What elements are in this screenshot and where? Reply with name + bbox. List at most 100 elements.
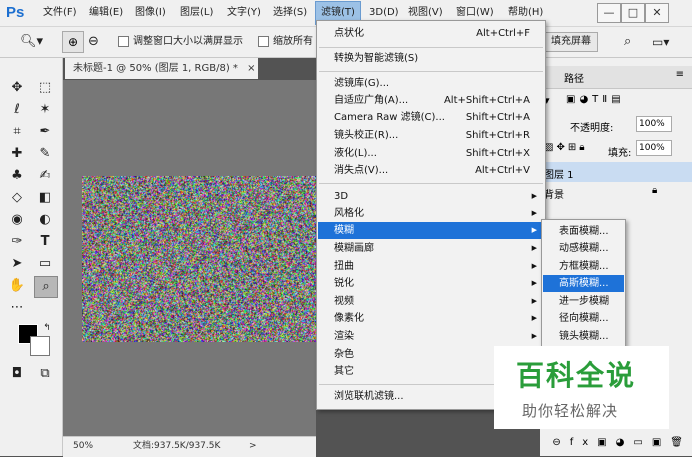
submenu-item-lens-blur[interactable]: 镜头模糊... bbox=[543, 328, 624, 345]
submenu-item-surface-blur[interactable]: 表面模糊... bbox=[543, 223, 624, 240]
zoom-out-icon[interactable]: ⊖ bbox=[88, 32, 99, 52]
submenu-arrow-icon: ▶ bbox=[531, 226, 537, 234]
layer-name: 图层 1 bbox=[544, 170, 574, 181]
tab-paths[interactable]: 路径 bbox=[564, 70, 584, 85]
quick-mask-icon[interactable]: ◘ bbox=[6, 364, 28, 384]
submenu-item-box-blur[interactable]: 方框模糊... bbox=[543, 258, 624, 275]
submenu-arrow-icon: ▶ bbox=[531, 262, 537, 270]
magic-wand-icon[interactable]: ✶ bbox=[34, 100, 56, 120]
type-tool-icon[interactable]: T bbox=[34, 232, 56, 252]
menu-item-camera-raw[interactable]: Camera Raw 滤镜(C)... Shift+Ctrl+A bbox=[318, 109, 544, 126]
tab-close-icon[interactable]: × bbox=[247, 63, 255, 74]
lasso-tool-icon[interactable]: ℓ bbox=[6, 100, 28, 120]
menu-item-lens-correction[interactable]: 镜头校正(R)... Shift+Ctrl+R bbox=[318, 127, 544, 144]
watermark-title: 百科全说 bbox=[516, 359, 637, 392]
swap-colors-icon[interactable]: ↰ bbox=[36, 318, 58, 338]
background-color-swatch[interactable] bbox=[30, 336, 50, 356]
history-brush-icon[interactable]: ✍ bbox=[34, 166, 56, 186]
healing-brush-icon[interactable]: ✚ bbox=[6, 144, 28, 164]
panel-menu-icon[interactable]: ≡ bbox=[676, 69, 684, 80]
watermark-subtitle: 助你轻松解决 bbox=[522, 402, 619, 420]
menu-item-pixelate[interactable]: 像素化 ▶ bbox=[318, 310, 544, 327]
menu-item-pointillize[interactable]: 点状化 Alt+Ctrl+F bbox=[318, 25, 544, 42]
photoshop-logo: Ps bbox=[6, 4, 25, 21]
menu-item-render[interactable]: 渲染 ▶ bbox=[318, 328, 544, 345]
menu-item-blur-gallery[interactable]: 模糊画廊 ▶ bbox=[318, 240, 544, 257]
eraser-tool-icon[interactable]: ◇ bbox=[6, 188, 28, 208]
menu-type[interactable]: 文字(Y) bbox=[222, 0, 266, 26]
lock-icon: 🔒︎ bbox=[652, 185, 658, 196]
rectangle-tool-icon[interactable]: ▭ bbox=[34, 254, 56, 274]
path-select-icon[interactable]: ➤ bbox=[6, 254, 28, 274]
submenu-item-blur-more[interactable]: 进一步模糊 bbox=[543, 293, 624, 310]
zoom-all-checkbox[interactable]: 缩放所有 bbox=[258, 32, 313, 52]
menu-layer[interactable]: 图层(L) bbox=[175, 0, 218, 26]
noise-image[interactable] bbox=[82, 176, 316, 342]
submenu-arrow-icon: ▶ bbox=[531, 209, 537, 217]
zoom-tool-icon[interactable]: ⌕ bbox=[34, 276, 58, 298]
minimize-button[interactable]: — bbox=[597, 3, 621, 23]
submenu-item-motion-blur[interactable]: 动感模糊... bbox=[543, 240, 624, 257]
dodge-tool-icon[interactable]: ◐ bbox=[34, 210, 56, 230]
menu-item-smart-filter[interactable]: 转换为智能滤镜(S) bbox=[318, 50, 544, 67]
menu-item-video[interactable]: 视频 ▶ bbox=[318, 293, 544, 310]
menu-select[interactable]: 选择(S) bbox=[268, 0, 312, 26]
lock-icons[interactable]: ▨✥⊞🔒︎ bbox=[544, 142, 588, 153]
zoom-in-icon[interactable]: ⊕ bbox=[62, 31, 84, 53]
checkbox-box[interactable] bbox=[258, 35, 269, 47]
toolbox: ✥ ⬚ ℓ ✶ ⌗ ✒ ✚ ✎ ♣ ✍ ◇ ◧ ◉ ◐ ✑ T ➤ ▭ ✋ ⌕ … bbox=[0, 58, 63, 456]
pen-tool-icon[interactable]: ✑ bbox=[6, 232, 28, 252]
resize-window-checkbox[interactable]: 调整窗口大小以满屏显示 bbox=[118, 32, 243, 52]
layer-row-background[interactable]: 背景 🔒︎ bbox=[540, 182, 692, 202]
brush-tool-icon[interactable]: ✎ bbox=[34, 144, 56, 164]
menu-edit[interactable]: 编辑(E) bbox=[84, 0, 128, 26]
zoom-level[interactable]: 50% bbox=[73, 437, 93, 455]
clone-stamp-icon[interactable]: ♣ bbox=[6, 166, 28, 186]
menu-item-liquify[interactable]: 液化(L)... Shift+Ctrl+X bbox=[318, 145, 544, 162]
hand-tool-icon[interactable]: ✋ bbox=[6, 276, 28, 296]
zoom-tool-icon[interactable]: 🔍︎▾ bbox=[20, 32, 43, 52]
layer-row-1[interactable]: 图层 1 bbox=[540, 162, 692, 182]
document-title: 未标题-1 @ 50% (图层 1, RGB/8) * bbox=[73, 63, 238, 74]
more-tools-icon[interactable]: ⋯ bbox=[6, 298, 28, 318]
menu-item-adaptive-wide-angle[interactable]: 自适应广角(A)... Alt+Shift+Ctrl+A bbox=[318, 92, 544, 109]
menu-item-vanishing-point[interactable]: 消失点(V)... Alt+Ctrl+V bbox=[318, 162, 544, 179]
resize-window-label: 调整窗口大小以满屏显示 bbox=[133, 36, 243, 47]
marquee-tool-icon[interactable]: ⬚ bbox=[34, 78, 56, 98]
layer-actions-bar[interactable]: ⊖fx▣◕▭▣🗑︎ bbox=[480, 432, 692, 454]
maximize-button[interactable]: □ bbox=[621, 3, 645, 23]
menu-item-blur[interactable]: 模糊 ▶ bbox=[318, 222, 544, 239]
menu-item-distort[interactable]: 扭曲 ▶ bbox=[318, 258, 544, 275]
layer-name: 背景 bbox=[544, 190, 564, 201]
opacity-label: 不透明度: bbox=[570, 123, 614, 134]
status-arrow-icon[interactable]: > bbox=[249, 437, 257, 455]
screen-mode-icon[interactable]: ⧉ bbox=[34, 364, 56, 384]
document-tab[interactable]: 未标题-1 @ 50% (图层 1, RGB/8) * × bbox=[65, 58, 258, 79]
doc-size: 文档:937.5K/937.5K bbox=[133, 441, 221, 451]
move-tool-icon[interactable]: ✥ bbox=[6, 78, 28, 98]
submenu-item-radial-blur[interactable]: 径向模糊... bbox=[543, 310, 624, 327]
workspace-icon[interactable]: ▭▾ bbox=[652, 32, 669, 52]
submenu-arrow-icon: ▶ bbox=[531, 192, 537, 200]
layer-filter-icons[interactable]: ▣◕TⅡ▤ bbox=[566, 94, 625, 105]
menu-image[interactable]: 图像(I) bbox=[130, 0, 171, 26]
opacity-input[interactable]: 100% bbox=[636, 116, 672, 132]
checkbox-box[interactable] bbox=[118, 35, 129, 47]
submenu-arrow-icon: ▶ bbox=[531, 314, 537, 322]
menu-item-sharpen[interactable]: 锐化 ▶ bbox=[318, 275, 544, 292]
submenu-item-gaussian-blur[interactable]: 高斯模糊... bbox=[543, 275, 624, 292]
gradient-tool-icon[interactable]: ◧ bbox=[34, 188, 56, 208]
menu-item-stylize[interactable]: 风格化 ▶ bbox=[318, 205, 544, 222]
menu-item-filter-gallery[interactable]: 滤镜库(G)... bbox=[318, 75, 544, 92]
fill-screen-button[interactable]: 填充屏幕 bbox=[544, 32, 598, 52]
blur-tool-icon[interactable]: ◉ bbox=[6, 210, 28, 230]
crop-tool-icon[interactable]: ⌗ bbox=[6, 122, 28, 142]
menu-separator bbox=[319, 47, 543, 48]
fill-input[interactable]: 100% bbox=[636, 140, 672, 156]
menu-item-3d[interactable]: 3D ▶ bbox=[318, 188, 544, 205]
search-icon[interactable]: ⌕ bbox=[624, 32, 631, 52]
menu-file[interactable]: 文件(F) bbox=[38, 0, 82, 26]
close-button[interactable]: ✕ bbox=[645, 3, 669, 23]
submenu-arrow-icon: ▶ bbox=[531, 279, 537, 287]
eyedropper-icon[interactable]: ✒ bbox=[34, 122, 56, 142]
